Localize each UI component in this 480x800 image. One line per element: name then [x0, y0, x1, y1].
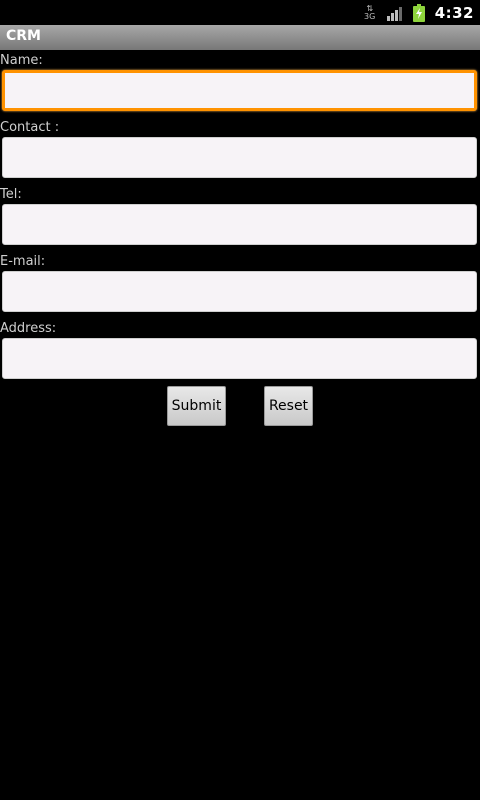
address-label: Address:: [0, 321, 57, 336]
app-title: CRM: [6, 28, 41, 44]
email-label: E-mail:: [0, 254, 46, 269]
network-type: 3G: [364, 11, 376, 21]
signal-bars-icon: [386, 6, 402, 21]
status-bar: ⇅ 3G 4:32: [0, 0, 480, 25]
name-field[interactable]: [2, 70, 477, 111]
submit-button[interactable]: Submit: [167, 386, 226, 426]
reset-button[interactable]: Reset: [264, 386, 313, 426]
name-label: Name:: [0, 53, 43, 68]
tel-field[interactable]: [2, 204, 477, 245]
status-clock: 4:32: [434, 3, 474, 22]
data-arrows-icon: ⇅ 3G: [363, 3, 377, 23]
app-title-bar: CRM: [0, 25, 480, 50]
contact-label: Contact :: [0, 120, 60, 135]
contact-field[interactable]: [2, 137, 477, 178]
status-icons: ⇅ 3G 4:32: [363, 0, 474, 25]
address-field[interactable]: [2, 338, 477, 379]
tel-label: Tel:: [0, 187, 22, 202]
battery-charging-icon: [412, 3, 425, 22]
email-field[interactable]: [2, 271, 477, 312]
